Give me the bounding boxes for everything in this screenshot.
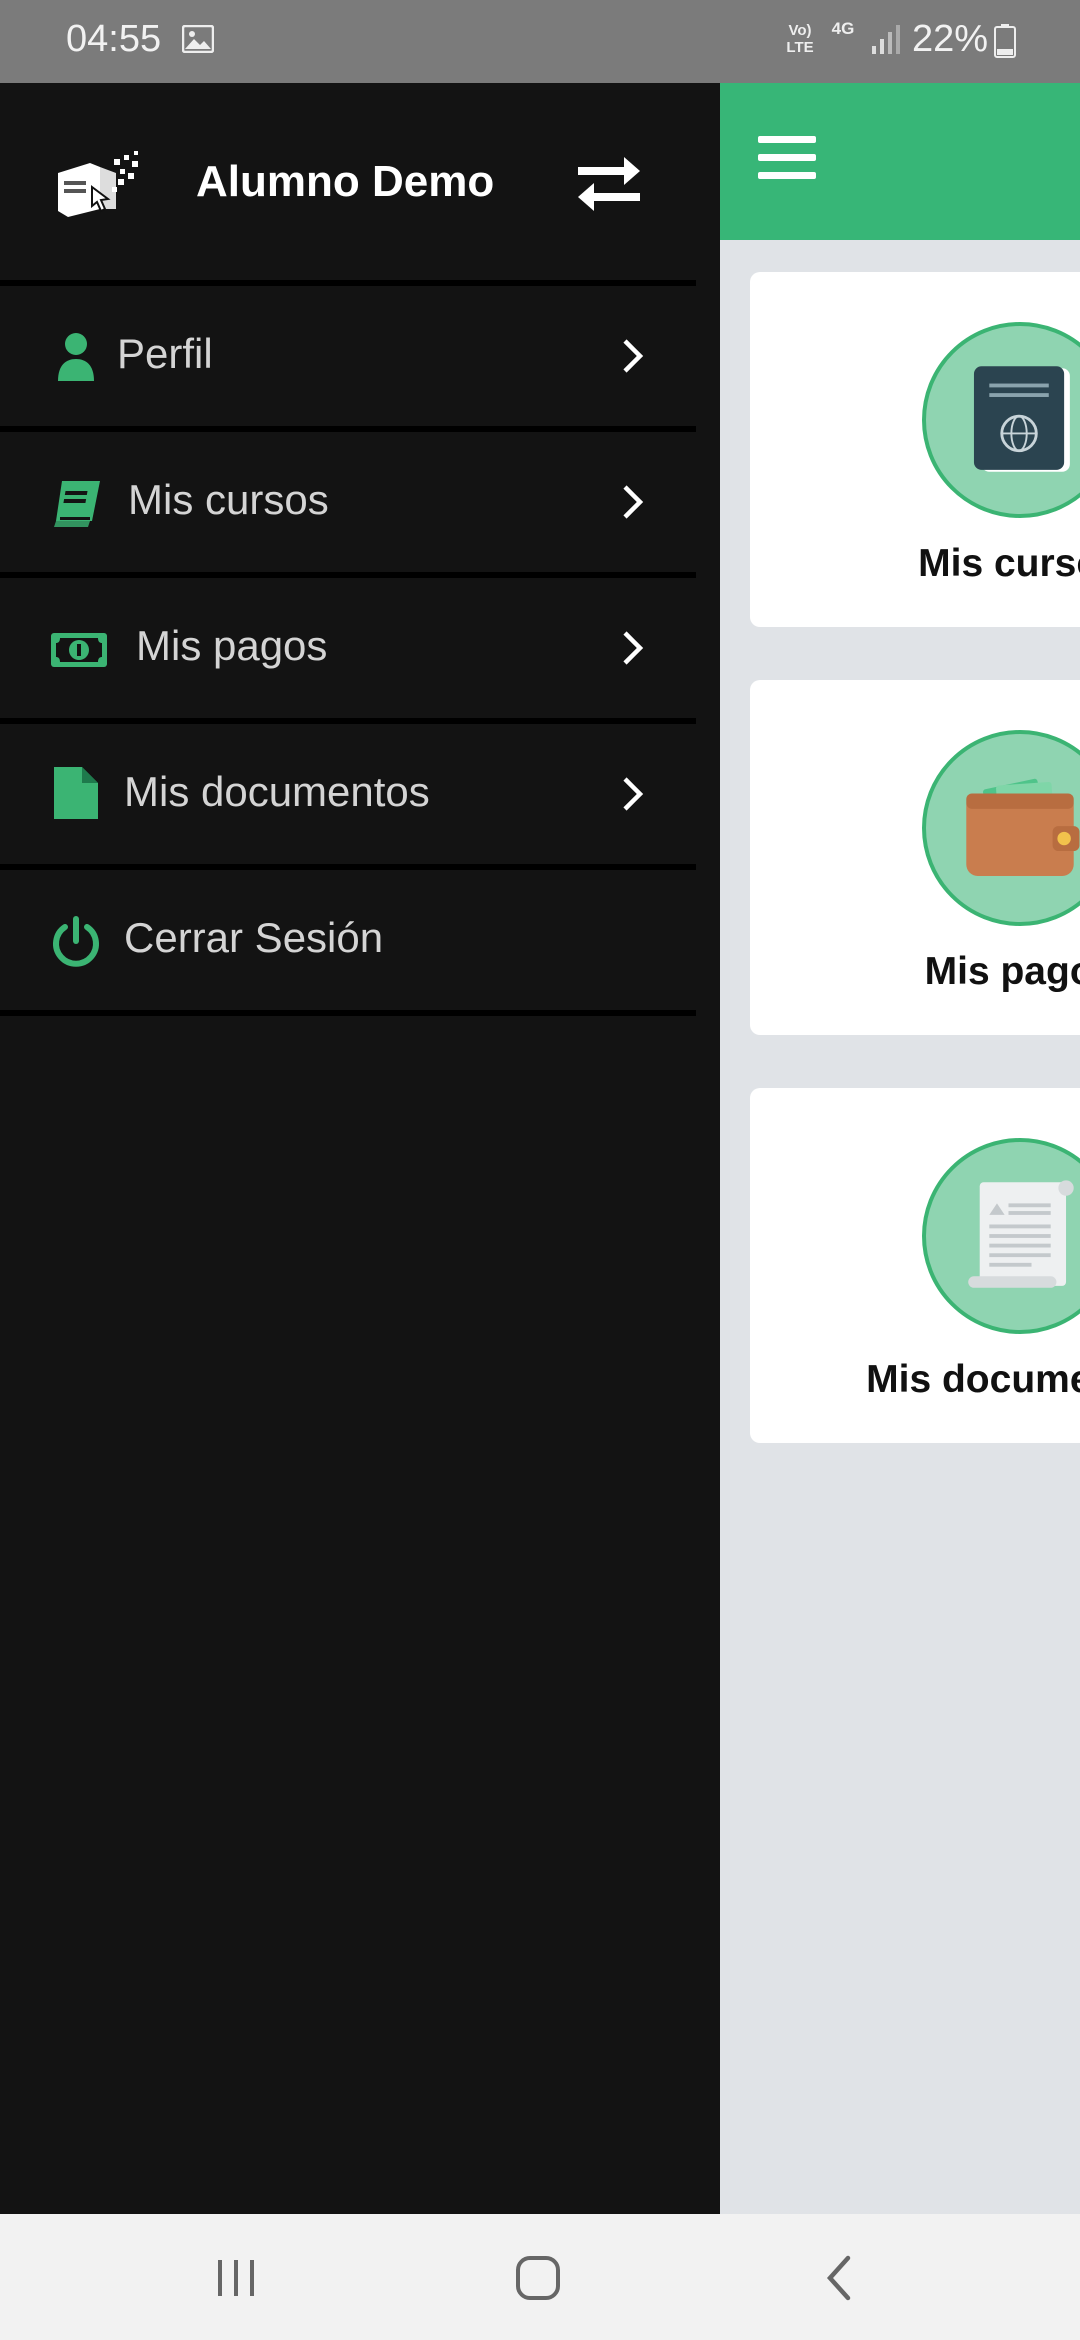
switch-account-icon[interactable]	[574, 155, 644, 213]
main-content: Mis cursos Mis pagos	[720, 83, 1080, 2214]
status-time: 04:55	[66, 18, 162, 60]
gallery-icon	[182, 25, 214, 53]
volte-indicator: Vo) LTE	[786, 22, 814, 56]
drawer-item-mis-cursos[interactable]: Mis cursos	[0, 432, 696, 572]
hamburger-menu-icon[interactable]	[758, 136, 818, 186]
file-icon	[54, 767, 98, 819]
card-mis-pagos[interactable]: Mis pagos	[750, 680, 1080, 1035]
drawer-item-label: Perfil	[117, 330, 213, 377]
chevron-right-icon	[623, 339, 644, 373]
power-icon	[53, 916, 99, 967]
status-bar: 04:55 Vo) LTE 4G 22%	[0, 0, 1080, 83]
drawer-item-label: Mis pagos	[136, 622, 328, 669]
drawer-header: Alumno Demo	[0, 83, 720, 280]
chevron-right-icon	[623, 631, 644, 665]
card-icon-circle	[922, 322, 1080, 518]
system-navigation-bar	[0, 2214, 1080, 2340]
network-type: 4G	[831, 19, 855, 38]
document-scroll-icon	[968, 1180, 1074, 1288]
drawer-item-cerrar-sesion[interactable]: Cerrar Sesión	[0, 870, 696, 1010]
back-icon[interactable]	[810, 2252, 870, 2304]
drawer-item-mis-pagos[interactable]: Mis pagos	[0, 578, 696, 718]
card-label: Mis documentos	[866, 1358, 1080, 1401]
drawer-item-label: Mis cursos	[128, 476, 329, 523]
app-logo-icon	[58, 151, 138, 217]
book-icon	[54, 481, 100, 527]
drawer-item-label: Cerrar Sesión	[124, 914, 384, 961]
app-bar	[720, 83, 1080, 240]
drawer-menu: Perfil Mis cursos Mis pagos Mis document…	[0, 280, 696, 1016]
drawer-item-label: Mis documentos	[124, 768, 430, 815]
wallet-icon	[966, 778, 1080, 876]
card-mis-documentos[interactable]: Mis documentos	[750, 1088, 1080, 1443]
chevron-right-icon	[623, 777, 644, 811]
recent-apps-icon[interactable]	[206, 2252, 266, 2304]
card-label: Mis cursos	[918, 542, 1080, 585]
drawer-item-perfil[interactable]: Perfil	[0, 286, 696, 426]
passport-book-icon	[973, 366, 1070, 472]
chevron-right-icon	[623, 485, 644, 519]
navigation-drawer: Alumno Demo Perfil Mis cursos Mis pagos …	[0, 83, 720, 2214]
battery-icon	[994, 24, 1016, 58]
user-icon	[58, 333, 94, 381]
home-icon[interactable]	[508, 2252, 568, 2304]
divider	[0, 1010, 696, 1016]
card-icon-circle	[922, 730, 1080, 926]
drawer-item-mis-documentos[interactable]: Mis documentos	[0, 724, 696, 864]
signal-icon	[872, 25, 900, 54]
card-mis-cursos[interactable]: Mis cursos	[750, 272, 1080, 627]
user-name: Alumno Demo	[196, 157, 495, 206]
battery-percent: 22%	[912, 18, 989, 60]
money-bill-icon	[51, 633, 107, 667]
card-label: Mis pagos	[924, 950, 1080, 993]
card-icon-circle	[922, 1138, 1080, 1334]
